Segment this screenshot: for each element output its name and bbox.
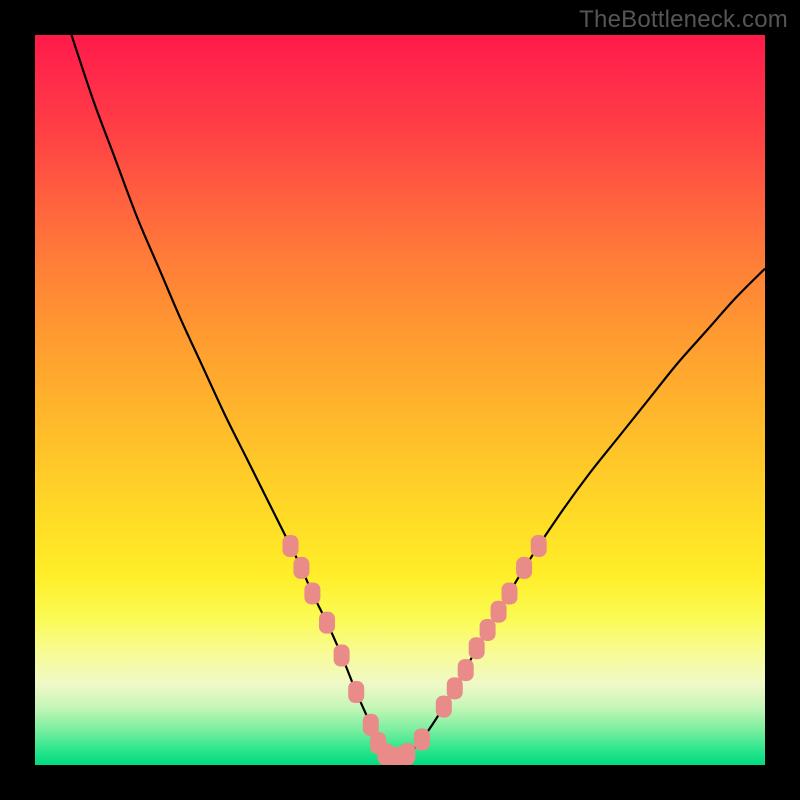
curve-marker	[436, 696, 452, 718]
chart-frame: TheBottleneck.com	[0, 0, 800, 800]
curve-marker	[399, 743, 415, 765]
bottleneck-curve	[72, 35, 766, 758]
chart-svg	[35, 35, 765, 765]
curve-marker	[334, 645, 350, 667]
curve-marker	[480, 619, 496, 641]
plot-area	[35, 35, 765, 765]
curve-marker	[469, 637, 485, 659]
curve-marker	[319, 612, 335, 634]
marker-group	[283, 535, 547, 765]
curve-marker	[458, 659, 474, 681]
curve-marker	[502, 582, 518, 604]
curve-marker	[293, 557, 309, 579]
watermark-text: TheBottleneck.com	[579, 6, 788, 34]
curve-marker	[516, 557, 532, 579]
curve-marker	[348, 681, 364, 703]
curve-marker	[414, 728, 430, 750]
curve-marker	[531, 535, 547, 557]
curve-marker	[283, 535, 299, 557]
curve-marker	[304, 582, 320, 604]
curve-marker	[447, 677, 463, 699]
curve-marker	[491, 601, 507, 623]
